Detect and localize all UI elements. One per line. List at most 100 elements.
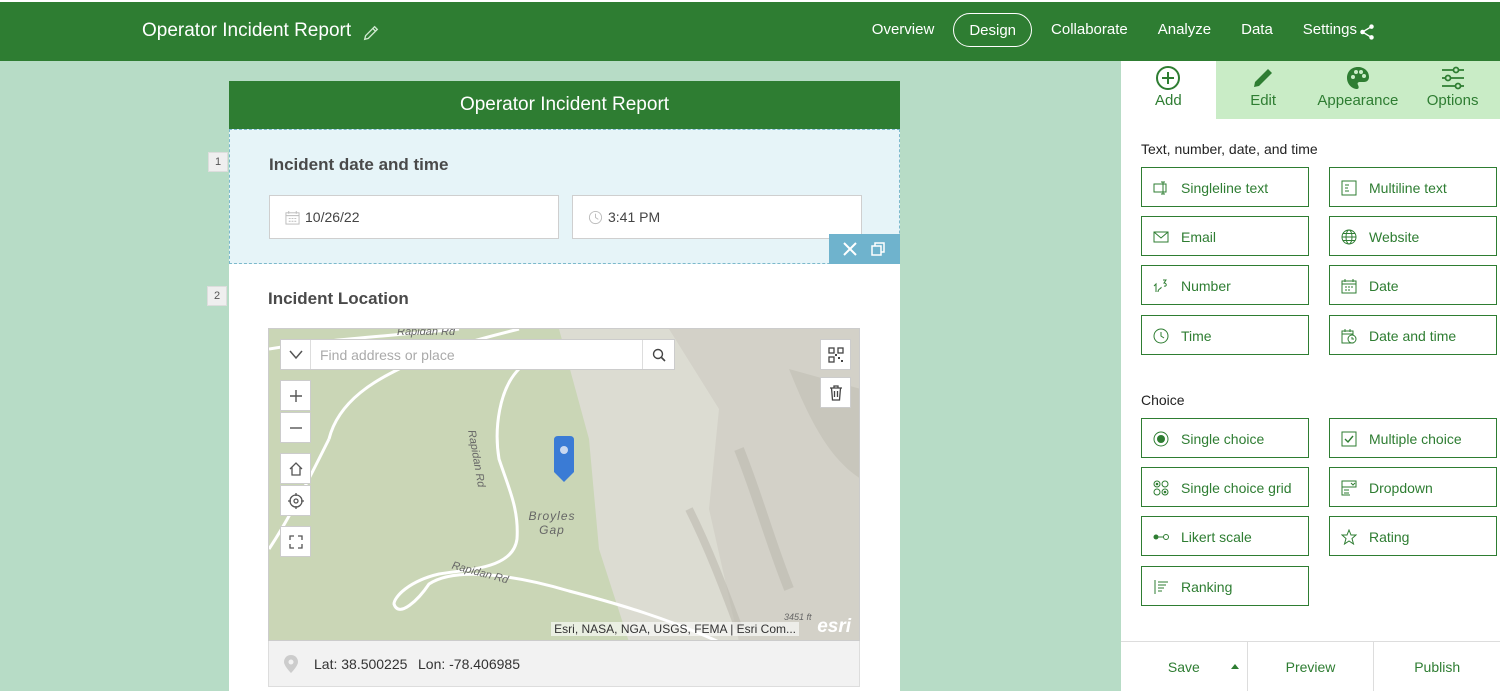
caret-up-icon[interactable] xyxy=(1230,664,1239,669)
date-field[interactable]: 10/26/22 xyxy=(269,195,559,239)
question-actions xyxy=(829,234,900,264)
singleline-text-icon xyxy=(1153,181,1167,195)
add-ranking-button[interactable]: Ranking xyxy=(1141,566,1309,606)
trash-icon xyxy=(830,385,842,401)
form-canvas: Operator Incident Report 1 Incident date… xyxy=(207,81,900,691)
section-title-choice: Choice xyxy=(1141,392,1185,408)
nav-collaborate[interactable]: Collaborate xyxy=(1036,13,1143,47)
calendar-icon xyxy=(1341,279,1357,294)
form-header-title: Operator Incident Report xyxy=(229,81,900,129)
add-date-and-time-button[interactable]: Date and time xyxy=(1329,315,1497,355)
minus-icon xyxy=(290,427,302,429)
map-search-button[interactable] xyxy=(642,340,674,369)
calendar-clock-icon xyxy=(1341,329,1357,344)
tool-label: Ranking xyxy=(1181,579,1233,595)
clock-icon xyxy=(1153,328,1169,344)
question-title: Incident Location xyxy=(268,289,409,308)
nav-design[interactable]: Design xyxy=(953,13,1033,47)
panel-tabs: Add Edit Appearance Options xyxy=(1121,61,1500,119)
preview-label: Preview xyxy=(1285,659,1336,675)
star-icon xyxy=(1341,529,1357,545)
coordinates-bar: Lat: 38.500225 Lon: -78.406985 xyxy=(268,641,860,687)
chevron-down-icon xyxy=(289,350,303,360)
add-website-button[interactable]: Website xyxy=(1329,216,1497,256)
save-label: Save xyxy=(1167,659,1200,675)
add-circle-icon xyxy=(1156,66,1181,90)
question-toolbox-panel: Add Edit Appearance Options Text, number… xyxy=(1121,61,1500,691)
panel-footer: Save Preview Publish xyxy=(1121,641,1500,691)
publish-label: Publish xyxy=(1414,659,1461,675)
fullscreen-button[interactable] xyxy=(280,526,311,557)
edit-title-icon[interactable] xyxy=(362,24,380,42)
zoom-in-button[interactable] xyxy=(280,380,311,411)
question-date-time[interactable]: 1 Incident date and time 10/26/22 3:41 P… xyxy=(208,129,900,264)
add-single-choice-button[interactable]: Single choice xyxy=(1141,418,1309,458)
envelope-icon xyxy=(1153,231,1169,243)
likert-icon xyxy=(1153,534,1169,540)
question-title: Incident date and time xyxy=(269,155,449,174)
search-icon xyxy=(652,348,666,362)
save-button[interactable]: Save xyxy=(1121,642,1248,691)
pencil-icon xyxy=(1254,69,1273,87)
location-marker-icon xyxy=(284,655,298,673)
preview-button[interactable]: Preview xyxy=(1248,642,1375,691)
nav-data[interactable]: Data xyxy=(1226,13,1288,47)
map-search-input[interactable] xyxy=(311,340,642,369)
delete-question-icon[interactable] xyxy=(843,242,857,256)
elevation-label: 3451 ft xyxy=(784,612,812,622)
tab-label: Appearance xyxy=(1317,92,1399,109)
scan-button[interactable] xyxy=(820,339,851,370)
main-nav: Overview Design Collaborate Analyze Data… xyxy=(857,13,1372,47)
tab-add[interactable]: Add xyxy=(1121,61,1216,119)
tab-options[interactable]: Options xyxy=(1405,61,1500,119)
longitude-value: Lon: -78.406985 xyxy=(418,656,520,672)
add-number-button[interactable]: Number xyxy=(1141,265,1309,305)
tab-edit[interactable]: Edit xyxy=(1215,61,1311,119)
latitude-value: Lat: 38.500225 xyxy=(314,656,408,672)
search-source-dropdown[interactable] xyxy=(281,340,311,369)
dropdown-icon xyxy=(1341,480,1357,496)
section-title-text-types: Text, number, date, and time xyxy=(1141,141,1318,157)
add-rating-button[interactable]: Rating xyxy=(1329,516,1497,556)
locate-button[interactable] xyxy=(280,485,311,516)
add-date-button[interactable]: Date xyxy=(1329,265,1497,305)
home-icon xyxy=(289,462,303,476)
crosshair-icon xyxy=(288,493,304,509)
time-field[interactable]: 3:41 PM xyxy=(572,195,862,239)
map-attribution[interactable]: Esri, NASA, NGA, USGS, FEMA | Esri Com..… xyxy=(551,622,799,636)
choice-grid-icon xyxy=(1153,480,1169,496)
tool-label: Dropdown xyxy=(1369,480,1433,496)
tab-label: Add xyxy=(1155,92,1182,109)
publish-button[interactable]: Publish xyxy=(1374,642,1500,691)
tab-label: Options xyxy=(1426,92,1479,109)
globe-icon xyxy=(1341,229,1357,245)
nav-overview[interactable]: Overview xyxy=(857,13,950,47)
add-likert-scale-button[interactable]: Likert scale xyxy=(1141,516,1309,556)
share-icon[interactable] xyxy=(1358,23,1376,41)
add-multiple-choice-button[interactable]: Multiple choice xyxy=(1329,418,1497,458)
clear-location-button[interactable] xyxy=(820,377,851,408)
add-singleline-text-button[interactable]: Singleline text xyxy=(1141,167,1309,207)
question-location[interactable]: 2 Incident Location Rapidan Rd Rapidan R… xyxy=(207,264,900,691)
location-pin-icon[interactable] xyxy=(552,436,576,484)
tool-label: Rating xyxy=(1369,529,1410,545)
ranking-icon xyxy=(1154,580,1168,594)
tool-label: Single choice grid xyxy=(1181,480,1292,496)
add-time-button[interactable]: Time xyxy=(1141,315,1309,355)
app-title: Operator Incident Report xyxy=(142,20,352,41)
tool-label: Date xyxy=(1369,278,1399,294)
map-view[interactable]: Rapidan Rd Rapidan Rd Broyles Gap Rapida… xyxy=(268,328,860,641)
add-multiline-text-button[interactable]: Multiline text xyxy=(1329,167,1497,207)
duplicate-question-icon[interactable] xyxy=(871,242,885,256)
tool-label: Likert scale xyxy=(1181,529,1252,545)
map-search-bar xyxy=(280,339,675,370)
home-button[interactable] xyxy=(280,453,311,484)
calendar-icon xyxy=(285,210,300,225)
nav-analyze[interactable]: Analyze xyxy=(1143,13,1226,47)
add-email-button[interactable]: Email xyxy=(1141,216,1309,256)
add-single-choice-grid-button[interactable]: Single choice grid xyxy=(1141,467,1309,507)
zoom-out-button[interactable] xyxy=(280,412,311,443)
tab-appearance[interactable]: Appearance xyxy=(1310,61,1406,119)
tool-label: Multiline text xyxy=(1369,180,1447,196)
add-dropdown-button[interactable]: Dropdown xyxy=(1329,467,1497,507)
